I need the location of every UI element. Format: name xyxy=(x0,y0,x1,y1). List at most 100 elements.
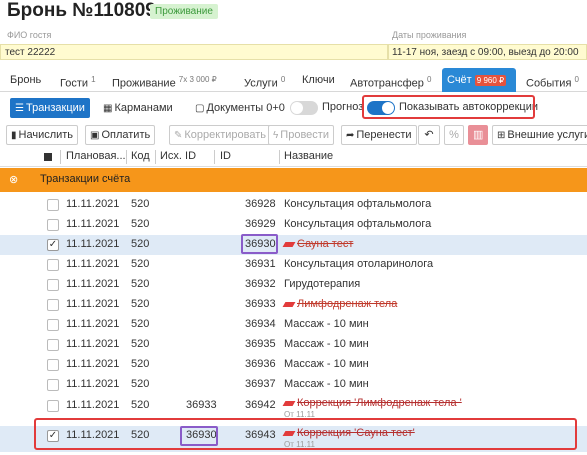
percent-button[interactable]: % xyxy=(444,125,464,145)
row-checkbox[interactable] xyxy=(47,259,59,271)
pencil-icon: ✎ xyxy=(174,130,183,141)
documents-view-button[interactable]: ▢ Документы 0+0 xyxy=(190,98,290,118)
tab-events[interactable]: События 0 xyxy=(526,68,579,92)
table-row[interactable]: 11.11.2021 520 36929 Консультация офтальмол… xyxy=(0,215,587,235)
tab-guests[interactable]: Гости 1 xyxy=(60,68,96,92)
row-id: 36937 xyxy=(245,378,276,390)
row-date: 11.11.2021 xyxy=(66,318,120,330)
column-code[interactable]: Код xyxy=(131,150,150,162)
collapse-icon[interactable]: ⊗ xyxy=(9,173,18,186)
group-label: Транзакции счёта xyxy=(40,173,131,185)
tab-booking[interactable]: Бронь xyxy=(10,68,41,92)
row-checkbox[interactable] xyxy=(47,319,59,331)
row-id: 36928 xyxy=(245,198,276,210)
row-source-id: 36933 xyxy=(186,399,217,411)
forward-arrow-icon: ➦ xyxy=(346,130,355,141)
table-row[interactable]: 11.11.2021 520 36933 Лимфодренаж тела xyxy=(0,295,587,315)
row-code: 520 xyxy=(131,399,150,411)
row-name: Массаж - 10 мин xyxy=(284,338,369,350)
table-row[interactable]: 11.11.2021 520 36936 Массаж - 10 мин xyxy=(0,355,587,375)
post-button[interactable]: ϟ Провести xyxy=(268,125,334,145)
row-name: Коррекция 'Лимфодренаж тела ' xyxy=(282,397,462,409)
guest-label: ФИО гостя xyxy=(7,30,52,40)
row-date: 11.11.2021 xyxy=(66,238,120,250)
row-id: 36931 xyxy=(245,258,276,270)
table-row[interactable]: 11.11.2021 520 36937 Массаж - 10 мин xyxy=(0,375,587,395)
grid-icon: ▦ xyxy=(103,103,113,114)
row-date: 11.11.2021 xyxy=(66,278,120,290)
row-checkbox[interactable] xyxy=(47,219,59,231)
correction-pen-icon xyxy=(282,241,296,247)
row-checkbox[interactable] xyxy=(47,379,59,391)
row-checkbox[interactable] xyxy=(47,279,59,291)
row-name: Массаж - 10 мин xyxy=(284,358,369,370)
forecast-toggle[interactable] xyxy=(290,101,318,115)
group-header[interactable]: ⊗ Транзакции счёта xyxy=(0,168,587,192)
dates-field[interactable]: 11-17 ноя, заезд с 09:00, выезд до 20:00 xyxy=(388,44,587,60)
row-code: 520 xyxy=(131,318,150,330)
cash-icon: ▣ xyxy=(90,130,100,141)
tab-stay[interactable]: Проживание 7х 3 000 ₽ xyxy=(112,68,217,92)
row-checkbox[interactable]: ✓ xyxy=(47,239,59,251)
tab-bill[interactable]: Счёт 9 960 ₽ xyxy=(442,68,516,92)
row-id: 36933 xyxy=(245,298,276,310)
transfer-button[interactable]: ➦ Перенести xyxy=(341,125,417,145)
row-checkbox[interactable] xyxy=(47,400,59,412)
guest-field[interactable]: тест 22222 xyxy=(0,44,388,60)
column-source-id[interactable]: Исх. ID xyxy=(160,150,196,162)
highlight-id-36930 xyxy=(241,234,278,254)
page-title: Бронь №110809 xyxy=(7,0,156,21)
column-name[interactable]: Название xyxy=(284,150,333,162)
table-row[interactable]: 11.11.2021 520 36934 Массаж - 10 мин xyxy=(0,315,587,335)
transactions-view-button[interactable]: ☰ Транзакции xyxy=(10,98,90,118)
charge-button[interactable]: ▮ Начислить xyxy=(6,125,79,145)
row-name: Сауна тест xyxy=(282,238,353,250)
table-row[interactable]: ✓ 11.11.2021 520 36930 Сауна тест xyxy=(0,235,587,255)
table-row[interactable]: 11.11.2021 520 36931 Консультация отоларино… xyxy=(0,255,587,275)
pay-button[interactable]: ▣ Оплатить xyxy=(85,125,156,145)
cart-icon: ▮ xyxy=(11,130,17,141)
row-checkbox[interactable] xyxy=(47,359,59,371)
column-id[interactable]: ID xyxy=(220,150,231,162)
trash-icon: ▥ xyxy=(473,129,484,141)
tab-transfer[interactable]: Автотрансфер 0 xyxy=(350,68,431,92)
undo-button[interactable]: ↶ xyxy=(418,125,440,145)
table-row[interactable]: 11.11.2021 520 36928 Консультация офтальмол… xyxy=(0,195,587,215)
row-date: 11.11.2021 xyxy=(66,338,120,350)
pockets-view-button[interactable]: ▦ Карманами xyxy=(98,98,178,118)
list-icon: ☰ xyxy=(15,103,24,114)
row-name: Консультация офтальмолога xyxy=(284,198,432,210)
row-id: 36942 xyxy=(245,399,276,411)
row-code: 520 xyxy=(131,198,150,210)
row-name: Массаж - 10 мин xyxy=(284,378,369,390)
row-id: 36932 xyxy=(245,278,276,290)
table-row[interactable]: 11.11.2021 520 36932 Гирудотерапия xyxy=(0,275,587,295)
table-row[interactable]: 11.11.2021 520 36935 Массаж - 10 мин xyxy=(0,335,587,355)
select-all-checkbox[interactable] xyxy=(44,153,52,161)
document-icon: ▢ xyxy=(195,103,205,114)
row-date: 11.11.2021 xyxy=(66,358,120,370)
row-code: 520 xyxy=(131,378,150,390)
tab-services[interactable]: Услуги 0 xyxy=(244,68,285,92)
row-code: 520 xyxy=(131,238,150,250)
tab-bar: Бронь Гости 1 Проживание 7х 3 000 ₽ Услу… xyxy=(0,68,587,92)
external-services-button[interactable]: ⊞ Внешние услуги xyxy=(492,125,587,145)
row-code: 520 xyxy=(131,258,150,270)
forecast-label: Прогноз xyxy=(322,101,364,113)
row-code: 520 xyxy=(131,218,150,230)
dates-label: Даты проживания xyxy=(392,30,467,40)
table-header: Плановая... Код Исх. ID ID Название xyxy=(0,147,587,167)
row-name: Лимфодренаж тела xyxy=(282,298,397,310)
delete-button[interactable]: ▥ xyxy=(468,125,488,145)
tab-keys[interactable]: Ключи xyxy=(302,68,335,92)
correct-button[interactable]: ✎ Корректировать xyxy=(169,125,271,145)
row-checkbox[interactable] xyxy=(47,299,59,311)
row-name: Консультация офтальмолога xyxy=(284,218,432,230)
row-date: 11.11.2021 xyxy=(66,198,120,210)
row-checkbox[interactable] xyxy=(47,199,59,211)
row-name: Массаж - 10 мин xyxy=(284,318,369,330)
column-date[interactable]: Плановая... xyxy=(66,150,126,162)
row-checkbox[interactable] xyxy=(47,339,59,351)
row-date: 11.11.2021 xyxy=(66,218,120,230)
row-id: 36935 xyxy=(245,338,276,350)
